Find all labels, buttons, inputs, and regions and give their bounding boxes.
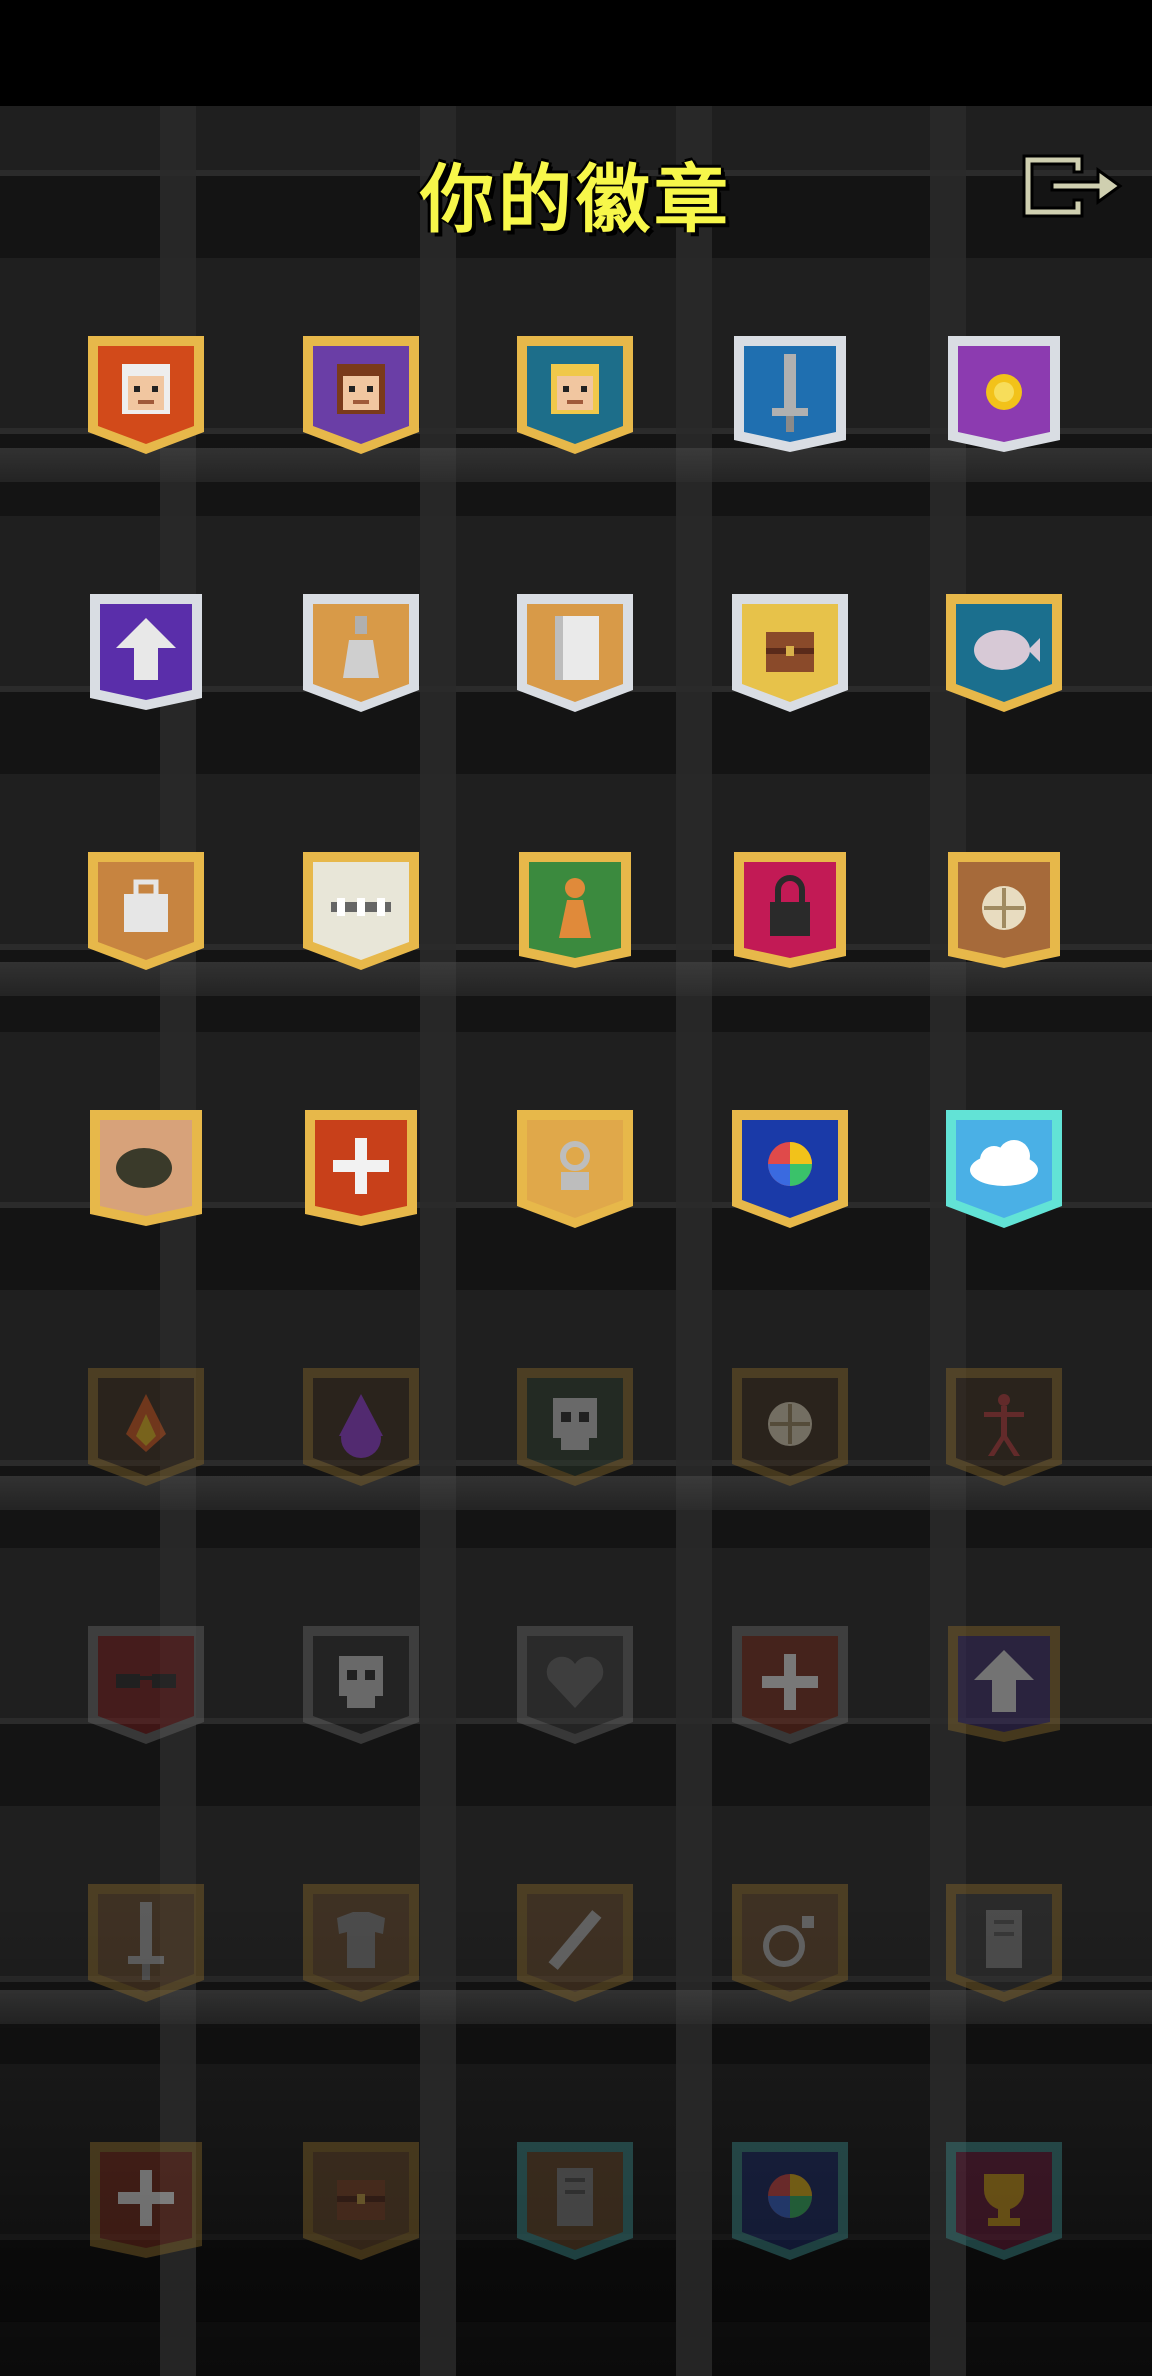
padlock-badge[interactable]: [726, 844, 854, 972]
scroll-badge[interactable]: [511, 586, 639, 714]
cross-icon: [732, 1626, 848, 1744]
piranha-icon: [946, 594, 1062, 712]
mage-face-badge[interactable]: [297, 328, 425, 456]
ankh-icon: [517, 1110, 633, 1228]
cross-badge[interactable]: [297, 1102, 425, 1230]
armor-icon: [303, 1884, 419, 2002]
chest-badge[interactable]: [297, 2134, 425, 2262]
tablet-badge[interactable]: [940, 1876, 1068, 2004]
tablet-icon: [517, 2142, 633, 2260]
rainbow-orb-icon: [732, 1110, 848, 1228]
gold-coin-icon: [948, 336, 1060, 452]
mage-face-icon: [303, 336, 419, 454]
pillar: [676, 106, 712, 2376]
padlock-icon: [734, 852, 846, 968]
skull-icon: [517, 1368, 633, 1486]
food-icon: [948, 852, 1060, 968]
chest-icon: [303, 2142, 419, 2260]
food-icon: [732, 1368, 848, 1486]
warrior-face-badge[interactable]: [82, 328, 210, 456]
ring-icon: [732, 1884, 848, 2002]
cross-icon: [90, 2142, 202, 2258]
wand-icon: [517, 1884, 633, 2002]
bag-icon: [88, 852, 204, 970]
figure-icon: [946, 1368, 1062, 1486]
cross-icon: [305, 1110, 417, 1226]
up-arrow-badge[interactable]: [940, 1618, 1068, 1746]
sword-badge[interactable]: [82, 1876, 210, 2004]
trophy-badge[interactable]: [940, 2134, 1068, 2262]
pawn-badge[interactable]: [511, 844, 639, 972]
page-title: 你的徽章: [420, 157, 732, 243]
warrior-face-icon: [88, 336, 204, 454]
flame-icon: [88, 1368, 204, 1486]
potion-icon: [303, 594, 419, 712]
up-arrow-icon: [948, 1626, 1060, 1742]
bag-badge[interactable]: [82, 844, 210, 972]
rainbow-orb-icon: [732, 2142, 848, 2260]
sword-icon: [734, 336, 846, 452]
piranha-badge[interactable]: [940, 586, 1068, 714]
bones-badge[interactable]: [297, 844, 425, 972]
armor-badge[interactable]: [297, 1876, 425, 2004]
rogue-face-icon: [517, 336, 633, 454]
cloud-icon: [946, 1110, 1062, 1228]
glasses-badge[interactable]: [82, 1618, 210, 1746]
wand-badge[interactable]: [511, 1876, 639, 2004]
ring-badge[interactable]: [726, 1876, 854, 2004]
rogue-face-badge[interactable]: [511, 328, 639, 456]
rainbow-orb-badge[interactable]: [726, 2134, 854, 2262]
pot-badge[interactable]: [82, 1102, 210, 1230]
flame-badge[interactable]: [82, 1360, 210, 1488]
sword-badge[interactable]: [726, 328, 854, 456]
figure-badge[interactable]: [940, 1360, 1068, 1488]
cross-badge[interactable]: [726, 1618, 854, 1746]
chest-icon: [732, 594, 848, 712]
pawn-icon: [519, 852, 631, 968]
pot-icon: [90, 1110, 202, 1226]
food-badge[interactable]: [940, 844, 1068, 972]
cloud-badge[interactable]: [940, 1102, 1068, 1230]
food-badge[interactable]: [726, 1360, 854, 1488]
bones-icon: [303, 852, 419, 970]
tablet-badge[interactable]: [511, 2134, 639, 2262]
exit-door-icon[interactable]: [1020, 150, 1124, 222]
skull-icon: [303, 1626, 419, 1744]
scroll-icon: [517, 594, 633, 712]
potion-badge[interactable]: [297, 586, 425, 714]
top-bar: [0, 0, 1152, 106]
tablet-icon: [946, 1884, 1062, 2002]
trophy-icon: [946, 2142, 1062, 2260]
heart-icon: [517, 1626, 633, 1744]
heart-badge[interactable]: [511, 1618, 639, 1746]
up-arrow-badge[interactable]: [82, 586, 210, 714]
ankh-badge[interactable]: [511, 1102, 639, 1230]
pillar: [420, 106, 456, 2376]
drop-icon: [303, 1368, 419, 1486]
gold-coin-badge[interactable]: [940, 328, 1068, 456]
rainbow-orb-badge[interactable]: [726, 1102, 854, 1230]
up-arrow-icon: [90, 594, 202, 710]
cross-badge[interactable]: [82, 2134, 210, 2262]
sword-icon: [88, 1884, 204, 2002]
skull-badge[interactable]: [511, 1360, 639, 1488]
glasses-icon: [88, 1626, 204, 1744]
drop-badge[interactable]: [297, 1360, 425, 1488]
skull-badge[interactable]: [297, 1618, 425, 1746]
chest-badge[interactable]: [726, 586, 854, 714]
